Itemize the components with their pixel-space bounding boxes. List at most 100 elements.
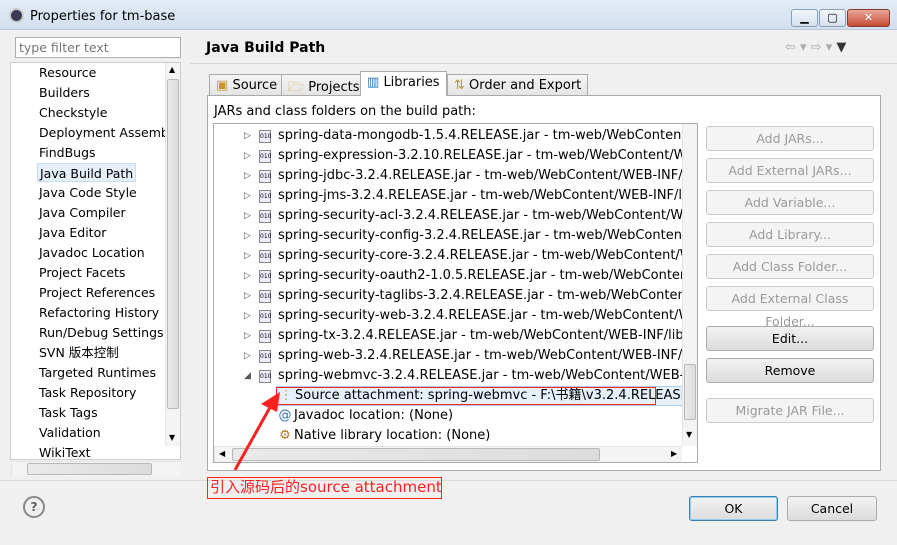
- sidebar-item[interactable]: Builders: [39, 83, 90, 102]
- sidebar-item[interactable]: Validation: [39, 423, 101, 442]
- expand-icon[interactable]: ▷: [244, 286, 251, 306]
- sidebar-item[interactable]: Resource: [39, 63, 96, 82]
- jar-label: spring-jdbc-3.2.4.RELEASE.jar - tm-web/W…: [278, 168, 698, 183]
- add-jars-button[interactable]: Add JARs...: [706, 126, 874, 151]
- tree-vertical-scrollbar[interactable]: ▼: [682, 124, 697, 446]
- annotation-arrow: [233, 392, 280, 471]
- remove-button[interactable]: Remove: [706, 358, 874, 383]
- scroll-up-icon[interactable]: ▲: [169, 65, 175, 74]
- sidebar-item[interactable]: Java Build Path: [37, 163, 137, 182]
- edit-button[interactable]: Edit...: [706, 326, 874, 351]
- add-library-button[interactable]: Add Library...: [706, 222, 874, 247]
- jar-icon: 010: [259, 310, 271, 323]
- jar-label: spring-jms-3.2.4.RELEASE.jar - tm-web/We…: [278, 188, 694, 203]
- sidebar-item[interactable]: Javadoc Location: [39, 243, 145, 262]
- expand-icon[interactable]: ▷: [244, 346, 251, 366]
- expand-icon[interactable]: ▷: [244, 166, 251, 186]
- cancel-button[interactable]: Cancel: [787, 496, 877, 521]
- tab-projects[interactable]: 🗁 Projects: [281, 74, 367, 96]
- sidebar-item[interactable]: Refactoring History: [39, 303, 159, 322]
- h-scroll-thumb[interactable]: [27, 463, 152, 475]
- sidebar-vertical-scrollbar[interactable]: ▲ ▼: [165, 63, 180, 446]
- scroll-down-icon[interactable]: ▼: [169, 433, 175, 442]
- expand-icon[interactable]: ▷: [244, 246, 251, 266]
- attachment-row[interactable]: ⚙ Native library location: (None): [276, 426, 490, 446]
- sidebar-item[interactable]: Task Tags: [39, 403, 98, 422]
- expand-icon[interactable]: ▷: [244, 266, 251, 286]
- add-external-class-folder-button[interactable]: Add External Class Folder...: [706, 286, 874, 329]
- sidebar-item[interactable]: Java Code Style: [39, 183, 137, 202]
- sidebar-item[interactable]: Project Facets: [39, 263, 125, 282]
- maximize-button[interactable]: ▢: [819, 9, 846, 27]
- expand-icon[interactable]: ▷: [244, 146, 251, 166]
- expand-icon[interactable]: ▷: [244, 206, 251, 226]
- attachment-row[interactable]: @ Javadoc location: (None): [276, 406, 454, 426]
- jar-icon: 010: [259, 270, 271, 283]
- jar-icon: 010: [259, 170, 271, 183]
- tab-label: Projects: [308, 80, 360, 95]
- add-external-jars-button[interactable]: Add External JARs...: [706, 158, 874, 183]
- filter-input[interactable]: [15, 37, 181, 58]
- divider: [0, 480, 897, 481]
- expand-icon[interactable]: ▷: [244, 186, 251, 206]
- jar-label: spring-security-config-3.2.4.RELEASE.jar…: [278, 228, 697, 243]
- sidebar-item[interactable]: Run/Debug Settings: [39, 323, 164, 342]
- annotation-label: 引入源码后的source attachment: [207, 477, 442, 499]
- attachment-label: Native library location: (None): [294, 428, 491, 443]
- scroll-thumb[interactable]: [167, 79, 179, 409]
- jar-label: spring-web-3.2.4.RELEASE.jar - tm-web/We…: [278, 348, 698, 363]
- sidebar-item[interactable]: Project References: [39, 283, 155, 302]
- expand-icon[interactable]: ▷: [244, 326, 251, 346]
- sidebar-item[interactable]: Targeted Runtimes: [39, 363, 156, 382]
- jar-label: spring-data-mongodb-1.5.4.RELEASE.jar - …: [278, 128, 697, 143]
- highlight-box: [276, 387, 656, 405]
- jar-label: spring-security-core-3.2.4.RELEASE.jar -…: [278, 248, 697, 263]
- sidebar-horizontal-scrollbar[interactable]: [11, 461, 180, 476]
- jar-icon: 010: [259, 250, 271, 263]
- jar-icon: 010: [259, 190, 271, 203]
- eclipse-icon: [9, 8, 24, 23]
- back-nav-icon[interactable]: ⇦ ▾ ⇨ ▾ ▼: [785, 40, 846, 55]
- tab-label: Source: [232, 78, 278, 93]
- expand-icon[interactable]: ▷: [244, 226, 251, 246]
- migrate-jar-file-button[interactable]: Migrate JAR File...: [706, 398, 874, 423]
- jar-label: spring-tx-3.2.4.RELEASE.jar - tm-web/Web…: [278, 328, 684, 343]
- jar-label: spring-security-taglibs-3.2.4.RELEASE.ja…: [278, 288, 697, 303]
- sidebar-item[interactable]: Checkstyle: [39, 103, 107, 122]
- scroll-down-icon[interactable]: ▼: [686, 430, 692, 439]
- tab-label: Libraries: [383, 75, 440, 90]
- sidebar-item[interactable]: Java Editor: [39, 223, 106, 242]
- expand-icon[interactable]: ▷: [244, 306, 251, 326]
- jar-icon: 010: [259, 290, 271, 303]
- sidebar-item[interactable]: Task Repository: [39, 383, 136, 402]
- window-title: Properties for tm-base: [30, 9, 176, 24]
- tree-scroll-thumb[interactable]: [684, 364, 696, 420]
- sidebar-item[interactable]: FindBugs: [39, 143, 96, 162]
- jar-icon: 010: [259, 150, 271, 163]
- sidebar-item[interactable]: SVN 版本控制: [39, 343, 119, 362]
- minimize-button[interactable]: ▁: [791, 9, 818, 27]
- page-title: Java Build Path: [206, 40, 326, 56]
- tab-source[interactable]: ▣ Source: [209, 74, 285, 96]
- title-bar: Properties for tm-base ▁ ▢ ✕: [0, 0, 897, 30]
- sidebar-item[interactable]: WikiText: [39, 443, 91, 459]
- ok-button[interactable]: OK: [689, 496, 778, 521]
- jar-label: spring-security-acl-3.2.4.RELEASE.jar - …: [278, 208, 698, 223]
- add-class-folder-button[interactable]: Add Class Folder...: [706, 254, 874, 279]
- tab-libraries[interactable]: ▥ Libraries: [360, 71, 447, 96]
- property-page-list: Resource Builders Checkstyle Deployment Ass…: [10, 62, 181, 460]
- jar-label: spring-security-web-3.2.4.RELEASE.jar - …: [278, 308, 697, 323]
- tab-order-and-export[interactable]: ⇅ Order and Export: [447, 74, 589, 96]
- help-icon[interactable]: ?: [23, 496, 45, 518]
- close-button[interactable]: ✕: [847, 9, 890, 27]
- expand-icon[interactable]: ▷: [244, 126, 251, 146]
- add-variable-button[interactable]: Add Variable...: [706, 190, 874, 215]
- collapse-icon[interactable]: ◢: [244, 366, 251, 386]
- scroll-right-icon[interactable]: ▶: [671, 449, 677, 458]
- jar-label: spring-expression-3.2.10.RELEASE.jar - t…: [278, 148, 697, 163]
- panel-label: JARs and class folders on the build path…: [214, 104, 476, 119]
- divider: [190, 63, 897, 64]
- sidebar-item[interactable]: Deployment Assembly: [39, 123, 180, 142]
- sidebar-item[interactable]: Java Compiler: [39, 203, 126, 222]
- jar-icon: 010: [259, 370, 271, 383]
